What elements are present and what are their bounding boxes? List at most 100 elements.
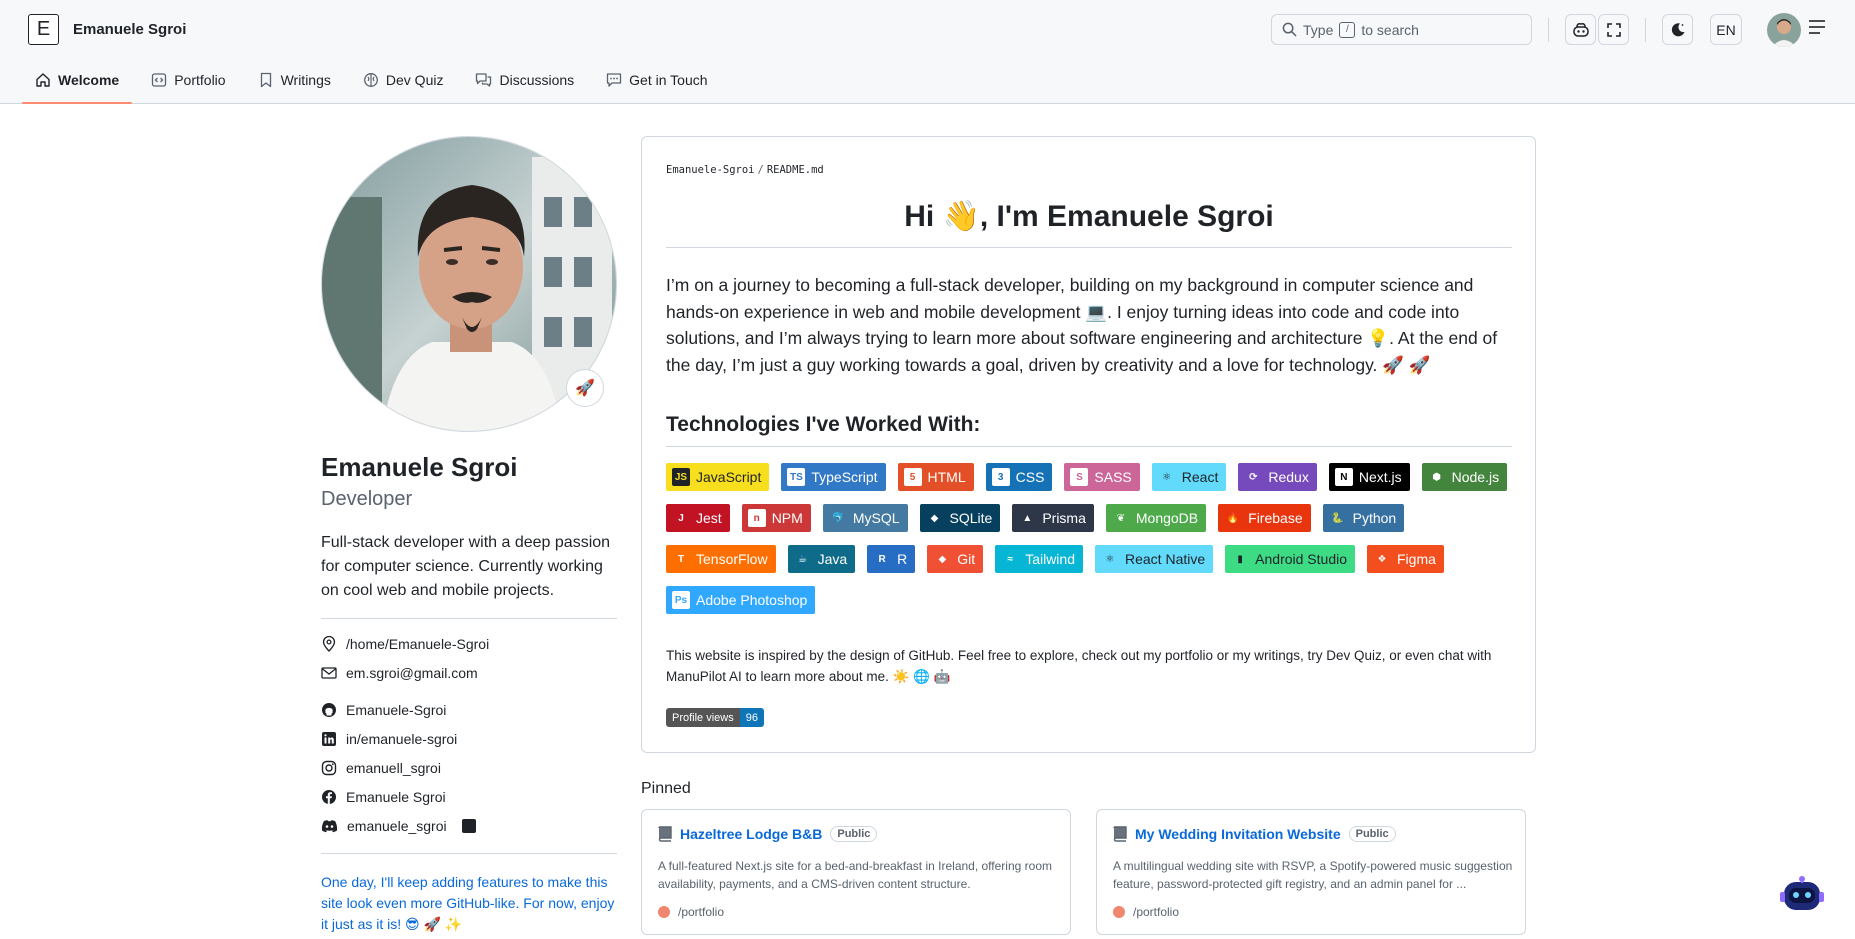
profile-bio: Full-stack developer with a deep passion… bbox=[321, 534, 611, 599]
pinned-language: /portfolio bbox=[1113, 905, 1179, 919]
status-emoji-button[interactable]: 🚀 bbox=[566, 369, 604, 407]
tech-badge-label: MySQL bbox=[852, 510, 900, 526]
tab-welcome[interactable]: Welcome bbox=[22, 62, 133, 104]
facebook-row[interactable]: Emanuele Sgroi bbox=[321, 789, 446, 805]
tech-badge: T TensorFlow bbox=[666, 545, 776, 573]
breadcrumb-user[interactable]: Emanuele-Sgroi bbox=[666, 164, 755, 176]
comments-icon bbox=[476, 73, 492, 87]
tech-logo-icon: ▮ bbox=[1237, 553, 1243, 565]
visibility-badge: Public bbox=[1348, 826, 1396, 842]
chatbot-robot-icon[interactable] bbox=[1780, 874, 1824, 914]
tab-label: Portfolio bbox=[174, 72, 226, 88]
tab-label: Writings bbox=[280, 72, 331, 88]
tab-dev-quiz[interactable]: Dev Quiz bbox=[350, 62, 457, 98]
linkedin-row[interactable]: in/emanuele-sgroi bbox=[321, 731, 457, 747]
tech-badge: n NPM bbox=[741, 504, 811, 532]
copilot-icon bbox=[1572, 22, 1589, 37]
instagram-link[interactable]: emanuell_sgroi bbox=[346, 760, 441, 776]
message-icon bbox=[607, 73, 622, 87]
copy-icon[interactable] bbox=[461, 819, 476, 833]
instagram-row[interactable]: emanuell_sgroi bbox=[321, 760, 441, 776]
language-dot bbox=[658, 906, 670, 918]
language-button[interactable]: EN bbox=[1710, 14, 1742, 45]
copilot-button[interactable] bbox=[1565, 14, 1596, 45]
location-row: /home/Emanuele-Sgroi bbox=[321, 636, 489, 652]
tech-badge: J Jest bbox=[666, 504, 730, 532]
tech-logo-icon: ⬢ bbox=[1432, 471, 1441, 483]
tech-badge-label: MongoDB bbox=[1135, 510, 1199, 526]
linkedin-icon bbox=[322, 732, 336, 746]
discord-row[interactable]: emanuele_sgroi bbox=[321, 818, 476, 834]
profile-name: Emanuele Sgroi bbox=[321, 452, 518, 482]
tech-logo-icon: T bbox=[677, 553, 685, 565]
tab-label: Welcome bbox=[58, 72, 120, 88]
divider bbox=[666, 446, 1512, 447]
language-dot bbox=[1113, 906, 1125, 918]
discord-handle: emanuele_sgroi bbox=[347, 818, 447, 834]
tech-badge: ◆ SQLite bbox=[919, 504, 1001, 532]
tech-badge-label: Android Studio bbox=[1255, 551, 1347, 567]
tech-badge-label: SASS bbox=[1094, 469, 1132, 485]
site-logo[interactable]: E bbox=[28, 14, 59, 45]
tech-badge: ≈ Tailwind bbox=[995, 545, 1083, 573]
breadcrumb: Emanuele-Sgroi / README.md bbox=[666, 164, 824, 176]
hamburger-menu-icon[interactable] bbox=[1808, 18, 1826, 36]
tab-writings[interactable]: Writings bbox=[245, 62, 344, 98]
tech-badge-label: TensorFlow bbox=[696, 551, 768, 567]
tech-badge: N Next.js bbox=[1328, 463, 1410, 491]
fullscreen-button[interactable] bbox=[1598, 14, 1629, 45]
brain-icon bbox=[363, 73, 378, 87]
pinned-title-link[interactable]: Hazeltree Lodge B&B bbox=[680, 826, 822, 842]
tab-discussions[interactable]: Discussions bbox=[462, 62, 587, 98]
tech-badge-label: React Native bbox=[1125, 551, 1206, 567]
tech-logo-icon: 🐬 bbox=[831, 512, 845, 524]
location-text: /home/Emanuele-Sgroi bbox=[346, 636, 490, 652]
language-label: /portfolio bbox=[1133, 905, 1180, 919]
linkedin-link[interactable]: in/emanuele-sgroi bbox=[346, 731, 457, 747]
tech-logo-icon: ☕ bbox=[798, 553, 808, 565]
pinned-card: Hazeltree Lodge B&B Public A full-featur… bbox=[641, 809, 1071, 935]
tech-badge-label: R bbox=[897, 551, 908, 567]
tech-badge-label: Next.js bbox=[1358, 469, 1402, 485]
tech-logo-icon: TS bbox=[787, 468, 806, 486]
tech-badge-label: Python bbox=[1352, 510, 1397, 526]
tech-badge: ⚛ React Native bbox=[1095, 545, 1214, 573]
pinned-heading: Pinned bbox=[641, 780, 691, 797]
instagram-icon bbox=[321, 760, 337, 776]
tech-logo-icon: ⚛ bbox=[1162, 471, 1172, 483]
search-input[interactable]: Type / to search bbox=[1271, 14, 1532, 45]
views-label: Profile views bbox=[666, 708, 740, 727]
tab-label: Dev Quiz bbox=[385, 72, 444, 88]
tech-logo-icon: ⟳ bbox=[1249, 471, 1258, 483]
tech-badge: ▮ Android Studio bbox=[1225, 545, 1355, 573]
pinned-card: My Wedding Invitation Website Public A m… bbox=[1096, 809, 1526, 935]
tech-badge-label: JavaScript bbox=[696, 469, 762, 485]
search-icon bbox=[1282, 22, 1297, 37]
breadcrumb-file[interactable]: README.md bbox=[767, 164, 824, 176]
tech-badge-label: Tailwind bbox=[1025, 551, 1075, 567]
tab-portfolio[interactable]: Portfolio bbox=[138, 62, 238, 98]
theme-toggle-button[interactable] bbox=[1662, 14, 1693, 45]
pinned-description: A full-featured Next.js site for a bed-a… bbox=[658, 859, 1052, 891]
pinned-title-link[interactable]: My Wedding Invitation Website bbox=[1135, 826, 1341, 842]
email-link[interactable]: em.sgroi@gmail.com bbox=[346, 665, 478, 681]
github-row[interactable]: Emanuele-Sgroi bbox=[321, 702, 446, 718]
tech-logo-icon: ⚛ bbox=[1105, 553, 1115, 565]
tech-logo-icon: Ps bbox=[672, 591, 690, 609]
tech-badge: Ps Adobe Photoshop bbox=[666, 586, 816, 614]
email-row[interactable]: em.sgroi@gmail.com bbox=[321, 665, 478, 681]
avatar[interactable] bbox=[1767, 13, 1801, 47]
github-icon bbox=[322, 703, 336, 717]
tech-logo-icon: ❦ bbox=[1116, 512, 1126, 524]
home-icon bbox=[36, 73, 50, 87]
tech-badge-label: Adobe Photoshop bbox=[696, 592, 808, 608]
github-link[interactable]: Emanuele-Sgroi bbox=[346, 702, 446, 718]
tech-badge-label: Git bbox=[957, 551, 976, 567]
facebook-link[interactable]: Emanuele Sgroi bbox=[346, 789, 446, 805]
tech-logo-icon: 🔥 bbox=[1226, 512, 1240, 524]
moon-icon bbox=[1671, 22, 1684, 36]
tab-get-in-touch[interactable]: Get in Touch bbox=[593, 62, 720, 98]
divider bbox=[321, 853, 617, 854]
site-title[interactable]: Emanuele Sgroi bbox=[73, 21, 186, 38]
readme-intro: I’m on a journey to becoming a full-stac… bbox=[666, 275, 1498, 375]
